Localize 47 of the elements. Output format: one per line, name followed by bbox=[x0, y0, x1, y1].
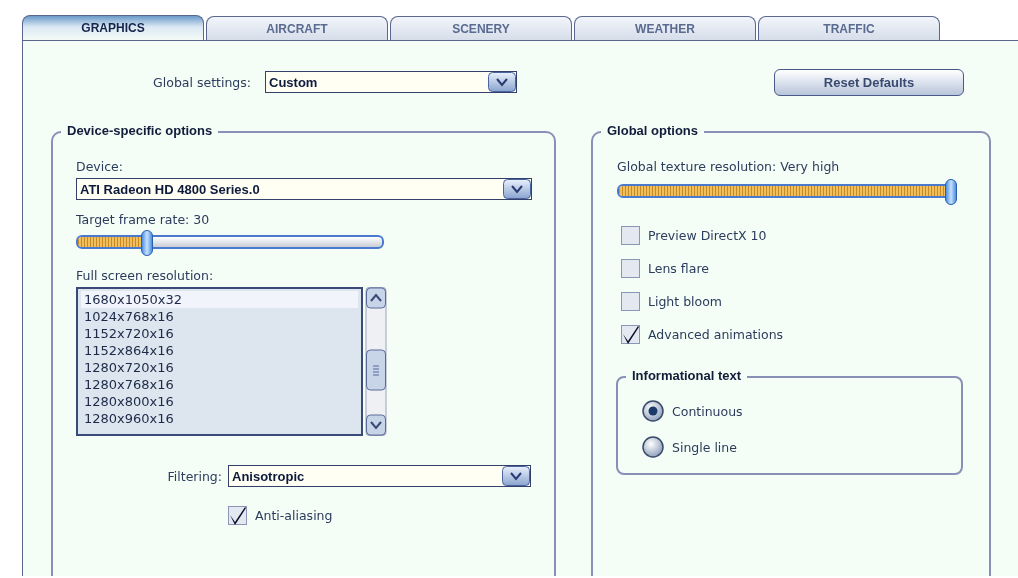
list-item[interactable]: 1280x960x16 bbox=[81, 410, 358, 427]
field-label: Global settings: bbox=[152, 74, 252, 90]
list-item[interactable]: 1024x768x16 bbox=[81, 308, 358, 325]
slider-label: Global texture resolution: Very high bbox=[617, 159, 841, 175]
selected-radio-button[interactable] bbox=[642, 400, 664, 422]
tab[interactable]: AIRCRAFT bbox=[206, 16, 388, 40]
checked-checkbox[interactable] bbox=[621, 324, 640, 344]
field-label: Filtering: bbox=[166, 468, 223, 484]
checkbox-label[interactable]: Advanced animations bbox=[648, 326, 784, 342]
list-item[interactable]: 1280x720x16 bbox=[81, 359, 358, 376]
checkbox[interactable] bbox=[621, 258, 640, 278]
reset-defaults-button[interactable]: Reset Defaults bbox=[774, 68, 964, 96]
tab[interactable]: SCENERY bbox=[390, 16, 572, 40]
dropdown[interactable]: Custom bbox=[265, 71, 517, 93]
list-item[interactable]: 1680x1050x32 bbox=[81, 291, 358, 308]
radio-label[interactable]: Single line bbox=[672, 439, 737, 455]
checkbox-label[interactable]: Light bloom bbox=[648, 293, 723, 309]
list-item[interactable]: 1152x864x16 bbox=[81, 342, 358, 359]
field-label: Full screen resolution: bbox=[76, 268, 215, 284]
group-title: Informational text bbox=[626, 368, 748, 383]
radio-button[interactable] bbox=[642, 436, 664, 458]
group-title: Global options bbox=[601, 123, 704, 138]
checkbox[interactable] bbox=[621, 225, 640, 245]
resolution-list[interactable]: 1680x1050x32 1024x768x16 1152x720x16 1152x864x16 1280x720x16 1280x768x16 1280x800x16 1280x960x16 bbox=[76, 287, 363, 436]
dropdown[interactable]: Anisotropic bbox=[228, 465, 531, 487]
checked-checkbox[interactable] bbox=[228, 505, 247, 525]
caret-icon bbox=[503, 179, 531, 199]
list-item[interactable]: 1152x720x16 bbox=[81, 325, 358, 342]
slider[interactable] bbox=[617, 179, 957, 205]
caret-icon bbox=[488, 72, 516, 92]
field-label: Device: bbox=[76, 159, 124, 175]
list-item[interactable]: 1280x768x16 bbox=[81, 376, 358, 393]
scrollbar[interactable] bbox=[365, 287, 387, 436]
checkbox-label[interactable]: Anti-aliasing bbox=[255, 507, 333, 523]
checkbox-label[interactable]: Preview DirectX 10 bbox=[648, 227, 767, 243]
slider[interactable] bbox=[76, 230, 384, 256]
caret-icon bbox=[502, 466, 530, 486]
list-item[interactable]: 1280x800x16 bbox=[81, 393, 358, 410]
checkbox-label[interactable]: Lens flare bbox=[648, 260, 709, 276]
checkbox[interactable] bbox=[621, 291, 640, 311]
tab[interactable]: TRAFFIC bbox=[758, 16, 940, 40]
radio-label[interactable]: Continuous bbox=[672, 403, 743, 419]
tab[interactable]: WEATHER bbox=[574, 16, 756, 40]
dropdown[interactable]: ATI Radeon HD 4800 Series.0 bbox=[76, 178, 532, 200]
group-title: Device-specific options bbox=[61, 123, 219, 138]
slider-label: Target frame rate: 30 bbox=[76, 212, 211, 228]
tab[interactable]: GRAPHICS bbox=[22, 15, 204, 40]
